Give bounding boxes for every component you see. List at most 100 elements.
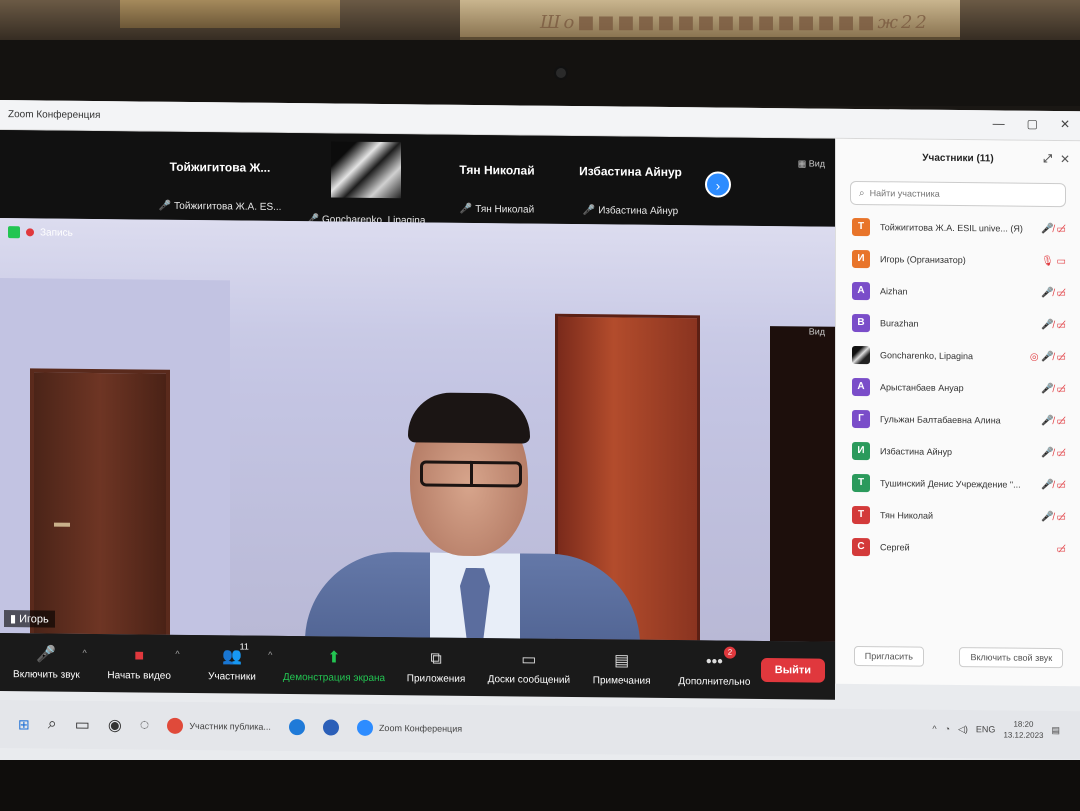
notes-button[interactable]: ▤ Примечания (575, 651, 668, 687)
chevron-up-icon[interactable]: ^ (932, 724, 936, 734)
participant-row[interactable]: Г Гульжан Балтабаевна Алина 🎤̸ ▭̸ (836, 403, 1080, 438)
search-box[interactable]: ⌕ (850, 180, 1066, 208)
panel-header: Участники (11) ⤢ ✕ (836, 139, 1080, 178)
room-door (30, 368, 170, 642)
invite-button[interactable]: Пригласить (853, 645, 924, 667)
participants-panel: Участники (11) ⤢ ✕ ⌕ Т Тойжигитова Ж.А. E… (835, 138, 1080, 687)
avatar: B (852, 313, 870, 333)
more-badge: 2 (724, 646, 737, 659)
laptop-bezel (0, 40, 1080, 106)
firefox-icon[interactable]: ◉ (108, 715, 122, 735)
participant-row[interactable]: И Игорь (Организатор) 🎙 ▭ (836, 243, 1080, 278)
participant-row[interactable]: Goncharenko, Lipagina ◎ 🎤̸ ▭̸ (836, 339, 1080, 374)
close-icon[interactable]: ✕ (1060, 117, 1070, 131)
search-input[interactable] (869, 188, 1050, 200)
minimize-icon[interactable]: — (993, 116, 1005, 130)
volume-icon[interactable]: ◁) (958, 724, 968, 735)
participant-strip: Тойжигитова Ж... 🎤 Тойжигитова Ж.А. ES...… (0, 130, 835, 227)
edge-icon (288, 719, 305, 736)
security-shield-icon (8, 226, 20, 239)
share-screen-button[interactable]: ⬆ Демонстрация экрана (278, 647, 389, 684)
participant-row[interactable]: Т Тян Николай 🎤̸ ▭̸ (836, 499, 1080, 534)
system-tray: ^ ◔ ◁) ENG 18:20 13.12.2023 ▤ (932, 718, 1060, 741)
chevron-up-icon[interactable]: ^ (175, 648, 179, 658)
whiteboards-button[interactable]: ▭ Доски сообщений (482, 650, 575, 686)
taskbar-app-chrome[interactable]: Участник публика... (167, 717, 271, 735)
participant-name: Тян Николай (880, 510, 933, 521)
avatar: Т (852, 217, 870, 237)
taskbar-app-zoom[interactable]: Zoom Конференция (356, 719, 462, 737)
participants-icon: 👥 (221, 647, 242, 666)
tile-label: 🎤 Избастина Айнур (582, 205, 679, 218)
participant-row[interactable]: С Сергей ▭̸ (836, 531, 1080, 566)
chevron-up-icon[interactable]: ^ (83, 647, 87, 657)
share-screen-icon: ⬆ (327, 648, 341, 667)
video-tile[interactable]: 🎤 Goncharenko, Lipagina (306, 141, 426, 226)
mic-muted-icon: 🎤 (158, 200, 171, 212)
participant-name: Избастина Айнур (880, 446, 952, 457)
next-page-button[interactable]: › (705, 171, 731, 198)
unmute-self-button[interactable]: Включить свой звук (959, 647, 1064, 669)
tile-name: Избастина Айнур (579, 164, 682, 180)
status-icons: 🎤̸ ▭̸ (1041, 223, 1066, 235)
unmute-button[interactable]: 🎤 ^ Включить звук (0, 645, 93, 681)
mic-muted-icon: 🎤 (459, 203, 473, 215)
file-explorer-icon[interactable]: ▭ (75, 715, 90, 735)
window-controls: — ▢ ✕ (993, 116, 1070, 131)
windows-taskbar: ⊞ ⌕ ▭ ◉ ◌ Участник публика... Zoom Конфе… (0, 700, 1080, 760)
windows-start-icon[interactable]: ⊞ (18, 716, 30, 733)
status-icons: 🎤̸ ▭̸ (1041, 383, 1066, 395)
participant-name: Арыстанбаев Ануар (880, 382, 964, 394)
avatar: Т (852, 473, 870, 493)
status-icons: 🎤̸ ▭̸ (1041, 319, 1066, 331)
participant-name: Сергей (880, 542, 910, 553)
browser-icon[interactable]: ◌ (140, 716, 150, 734)
participants-button[interactable]: 👥 11 ^ Участники (186, 641, 279, 682)
avatar: А (852, 377, 870, 397)
view-label-overlay: Вид (808, 326, 825, 337)
taskbar-app-edge[interactable] (288, 719, 305, 736)
view-button[interactable]: ▦ Вид (798, 158, 825, 169)
participant-row[interactable]: B Burazhan 🎤̸ ▭̸ (836, 307, 1080, 342)
participant-row[interactable]: А Арыстанбаев Ануар 🎤̸ ▭̸ (836, 371, 1080, 406)
taskbar-app-word[interactable] (322, 719, 339, 736)
notification-icon[interactable]: ▤ (1051, 725, 1060, 736)
video-tile[interactable]: Тойжигитова Ж... 🎤 Тойжигитова Ж.А. ES... (140, 139, 300, 213)
leave-button[interactable]: Выйти (760, 657, 826, 683)
participant-row[interactable]: И Избастина Айнур 🎤̸ ▭̸ (836, 435, 1080, 470)
whiteboard-icon: ▭ (521, 650, 537, 669)
participant-name: Игорь (Организатор) (880, 254, 966, 266)
search-icon[interactable]: ⌕ (48, 715, 57, 733)
status-icons: 🎤̸ ▭̸ (1041, 415, 1066, 427)
participant-name: Гульжан Балтабаевна Алина (880, 414, 1001, 426)
network-icon[interactable]: ◔ (945, 724, 950, 734)
language-indicator[interactable]: ENG (976, 724, 996, 734)
tile-name: Тойжигитова Ж... (169, 159, 271, 175)
avatar: И (852, 249, 870, 269)
chevron-up-icon[interactable]: ^ (268, 649, 272, 659)
video-tile[interactable]: Избастина Айнур 🎤 Избастина Айнур (568, 144, 693, 218)
participant-name: Aizhan (880, 286, 908, 297)
video-tile[interactable]: Тян Николай 🎤 Тян Николай (432, 143, 562, 216)
start-video-button[interactable]: ■ ^ Начать видео (93, 645, 186, 681)
apps-button[interactable]: ⧉ Приложения (390, 649, 483, 685)
mic-muted-icon: 🎤 (36, 645, 57, 664)
wall-frame-text: Шо■■■■■■■■■■■■■■■ж22 (540, 12, 930, 33)
participant-row[interactable]: A Aizhan 🎤̸ ▭̸ (836, 275, 1080, 310)
signal-icon: ▮ (10, 613, 20, 626)
participant-row[interactable]: Т Тойжигитова Ж.А. ESIL unive... (Я) 🎤̸ ▭̸ (836, 211, 1080, 246)
panel-title: Участники (11) (922, 152, 994, 164)
close-icon[interactable]: ✕ (1060, 152, 1070, 166)
more-button[interactable]: ••• 2 Дополнительно (668, 646, 761, 687)
participants-count: 11 (239, 641, 249, 652)
status-icons: 🎤̸ ▭̸ (1041, 511, 1066, 523)
participant-row[interactable]: Т Тушинский Денис Учреждение "... 🎤̸ ▭̸ (836, 467, 1080, 502)
popout-icon[interactable]: ⤢ (1043, 153, 1052, 166)
maximize-icon[interactable]: ▢ (1027, 117, 1038, 131)
door-handle (54, 522, 70, 527)
status-icons: 🎤̸ ▭̸ (1041, 479, 1066, 491)
recording-indicator[interactable]: Запись (8, 226, 73, 239)
clock[interactable]: 18:20 13.12.2023 (1003, 719, 1043, 741)
speaker-glasses (420, 460, 522, 488)
avatar: Г (852, 409, 870, 429)
